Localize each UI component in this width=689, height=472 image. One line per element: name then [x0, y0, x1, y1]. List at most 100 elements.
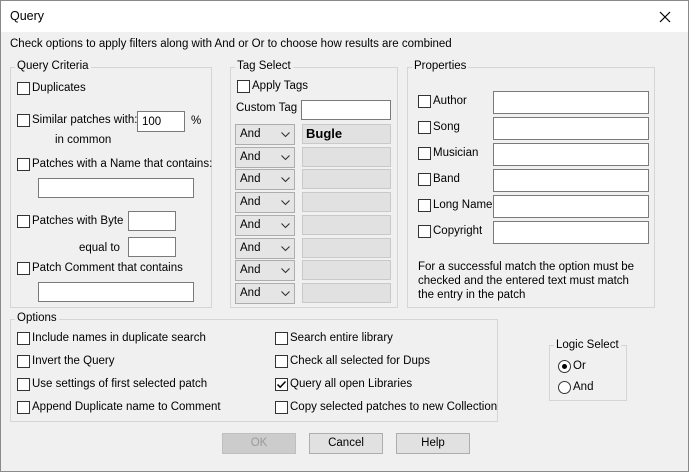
song-checkbox[interactable] — [418, 121, 431, 134]
band-checkbox[interactable] — [418, 173, 431, 186]
query-all-open-libraries-checkbox[interactable] — [275, 378, 288, 391]
close-button[interactable] — [642, 1, 688, 32]
name-contains-label: Patches with a Name that contains: — [32, 158, 213, 170]
similar-percent-input[interactable] — [137, 111, 185, 132]
tag-operator-value: And — [240, 286, 261, 299]
chevron-down-icon — [281, 177, 290, 183]
duplicates-checkbox[interactable] — [17, 82, 30, 95]
tag-button[interactable] — [302, 146, 391, 167]
query-criteria-legend: Query Criteria — [15, 60, 91, 72]
copyright-input[interactable] — [493, 221, 649, 244]
apply-tags-label: Apply Tags — [252, 80, 309, 92]
long-name-checkbox[interactable] — [418, 199, 431, 212]
tag-operator-dropdown[interactable]: And — [235, 192, 295, 214]
byte-checkbox[interactable] — [17, 215, 30, 228]
dropdown-arrow — [280, 243, 291, 257]
musician-checkbox[interactable] — [418, 147, 431, 160]
song-input[interactable] — [493, 117, 649, 140]
tag-button[interactable] — [302, 192, 391, 213]
author-checkbox[interactable] — [418, 95, 431, 108]
options-legend: Options — [15, 312, 59, 324]
name-contains-input[interactable] — [38, 178, 194, 198]
band-input[interactable] — [493, 169, 649, 192]
tag-operator-dropdown[interactable]: And — [235, 237, 295, 259]
author-label: Author — [433, 95, 467, 107]
include-names-in-duplicate-search-checkbox[interactable] — [17, 332, 30, 345]
name-contains-checkbox[interactable] — [17, 158, 30, 171]
tag-button[interactable] — [302, 237, 391, 258]
chevron-down-icon — [281, 154, 290, 160]
chevron-down-icon — [281, 268, 290, 274]
use-settings-of-first-selected-patch-label: Use settings of first selected patch — [32, 378, 208, 390]
append-duplicate-name-to-comment-checkbox[interactable] — [17, 401, 30, 414]
ok-button[interactable]: OK — [222, 433, 296, 454]
tag-operator-dropdown[interactable]: And — [235, 282, 295, 304]
search-entire-library-label: Search entire library — [290, 332, 393, 344]
invert-the-query-checkbox[interactable] — [17, 355, 30, 368]
similar-patches-checkbox[interactable] — [17, 114, 30, 127]
author-input[interactable] — [493, 91, 649, 114]
byte-input[interactable] — [128, 211, 176, 231]
byte-label: Patches with Byte — [32, 215, 124, 227]
long-name-label: Long Name — [433, 199, 493, 211]
dropdown-arrow — [280, 129, 291, 143]
dropdown-arrow — [280, 152, 291, 166]
radio-selected-dot — [562, 364, 567, 369]
tag-button[interactable] — [302, 169, 391, 190]
logic-and-radio[interactable] — [558, 381, 571, 394]
invert-the-query-label: Invert the Query — [32, 355, 115, 367]
tag-operator-dropdown[interactable]: And — [235, 260, 295, 282]
long-name-input[interactable] — [493, 195, 649, 218]
tag-operator-dropdown[interactable]: And — [235, 169, 295, 191]
tag-button[interactable] — [302, 260, 391, 281]
equal-to-input[interactable] — [128, 237, 176, 257]
tag-select-legend: Tag Select — [235, 60, 293, 72]
tag-operator-dropdown[interactable]: And — [235, 214, 295, 236]
copyright-checkbox[interactable] — [418, 225, 431, 238]
dropdown-arrow — [280, 265, 291, 279]
dropdown-arrow — [280, 288, 291, 302]
musician-label: Musician — [433, 147, 479, 159]
chevron-down-icon — [281, 222, 290, 229]
copy-selected-patches-to-new-collection-label: Copy selected patches to new Collection — [290, 401, 498, 413]
custom-tag-input[interactable] — [301, 100, 391, 120]
dropdown-arrow — [280, 197, 291, 211]
check-all-selected-for-dups-checkbox[interactable] — [275, 355, 288, 368]
tag-button[interactable] — [302, 282, 391, 303]
instructions-text: Check options to apply filters along wit… — [10, 38, 452, 50]
percent-label: % — [191, 115, 202, 127]
tag-operator-dropdown[interactable]: And — [235, 146, 295, 168]
properties-note: For a successful match the option must b… — [418, 261, 635, 301]
tag-operator-value: And — [240, 218, 261, 231]
song-label: Song — [433, 121, 460, 133]
properties-legend: Properties — [412, 60, 469, 72]
musician-input[interactable] — [493, 143, 649, 166]
use-settings-of-first-selected-patch-checkbox[interactable] — [17, 378, 30, 391]
tag-operator-value: And — [240, 264, 261, 277]
dropdown-arrow — [280, 220, 291, 234]
help-button[interactable]: Help — [396, 433, 470, 454]
comment-contains-label: Patch Comment that contains — [32, 262, 183, 274]
logic-or-label: Or — [573, 360, 586, 372]
apply-tags-checkbox[interactable] — [237, 80, 250, 93]
equal-to-label: equal to — [79, 242, 120, 254]
tag-operator-value: And — [240, 173, 261, 186]
comment-contains-input[interactable] — [38, 282, 194, 302]
search-entire-library-checkbox[interactable] — [275, 332, 288, 345]
tag-button[interactable]: Bugle — [302, 124, 391, 144]
window-title: Query — [10, 9, 45, 23]
copy-selected-patches-to-new-collection-checkbox[interactable] — [275, 401, 288, 414]
logic-or-radio[interactable] — [558, 360, 571, 373]
tag-operator-dropdown[interactable]: And — [235, 124, 295, 145]
close-icon — [659, 11, 671, 22]
chevron-down-icon — [281, 200, 290, 206]
in-common-label: in common — [55, 134, 112, 146]
chevron-down-icon — [281, 291, 290, 297]
tag-button[interactable] — [302, 214, 391, 235]
tag-operator-value: And — [240, 241, 261, 254]
chevron-down-icon — [281, 245, 290, 251]
cancel-button[interactable]: Cancel — [309, 433, 383, 454]
title-bar: Query — [1, 1, 688, 32]
append-duplicate-name-to-comment-label: Append Duplicate name to Comment — [32, 401, 221, 413]
comment-contains-checkbox[interactable] — [17, 262, 30, 275]
